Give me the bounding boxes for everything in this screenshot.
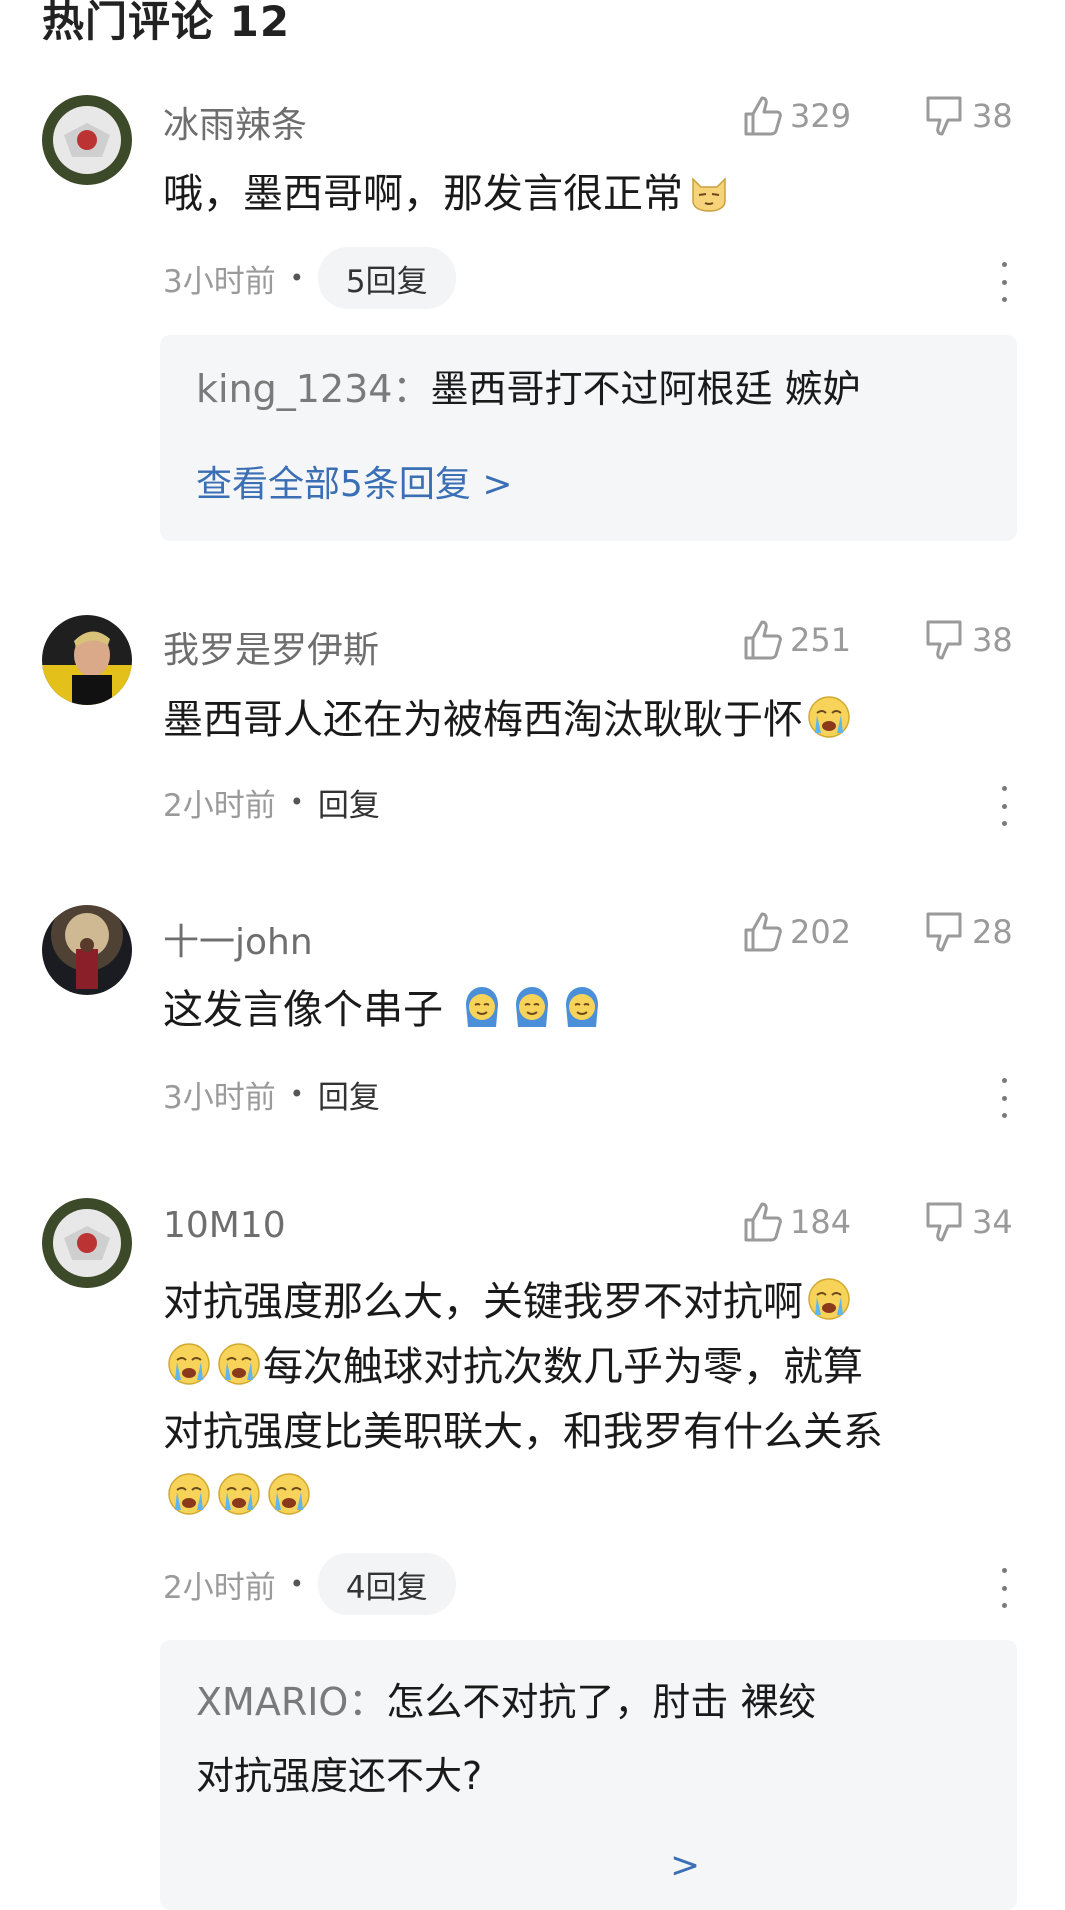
section-title: 热门评论 12 — [42, 0, 291, 46]
timestamp: 2小时前 — [163, 787, 276, 824]
comment-meta: 2小时前 • 回复 — [163, 772, 380, 832]
crying-emoji-icon — [265, 1470, 313, 1518]
like-button[interactable]: 202 — [740, 910, 851, 954]
crying-emoji-icon — [805, 693, 853, 741]
timestamp: 2小时前 — [163, 1569, 276, 1606]
reply-button[interactable]: 回复 — [318, 1072, 380, 1117]
like-button[interactable]: 329 — [740, 94, 851, 138]
username[interactable]: 十一john — [163, 913, 313, 965]
like-count: 184 — [790, 1203, 852, 1241]
reply-count-button[interactable]: 4回复 — [317, 1553, 456, 1615]
like-count: 251 — [790, 621, 852, 659]
reply-text: 对抗强度还不大? — [196, 1754, 483, 1798]
crying-emoji-icon — [215, 1340, 263, 1388]
reply-count-button[interactable]: 5回复 — [317, 247, 456, 309]
reply-preview-line: king_1234：墨西哥打不过阿根廷 嫉妒 — [196, 353, 861, 425]
comment-text: 这发言像个串子 — [163, 978, 993, 1043]
like-count: 202 — [790, 913, 852, 951]
comment-text-body: 这发言像个串子 — [163, 987, 443, 1033]
view-all-replies-link[interactable]: > — [670, 1845, 700, 1886]
thumbs-up-icon — [744, 620, 782, 660]
crying-emoji-icon — [165, 1470, 213, 1518]
dislike-button[interactable]: 38 — [922, 618, 1013, 662]
separator-dot: • — [289, 264, 304, 292]
dislike-button[interactable]: 38 — [922, 94, 1013, 138]
separator-dot: • — [289, 1080, 304, 1108]
smug-cat-emoji-icon — [685, 167, 733, 215]
thumbs-down-icon — [926, 912, 962, 952]
dislike-count: 34 — [972, 1203, 1013, 1241]
more-options-icon[interactable] — [994, 262, 1014, 302]
like-count: 329 — [790, 97, 852, 135]
reply-preview-box[interactable]: XMARIO：怎么不对抗了，肘击 裸绞 对抗强度还不大? > — [160, 1640, 1017, 1910]
username[interactable]: 我罗是罗伊斯 — [163, 621, 379, 673]
avatar[interactable] — [42, 615, 132, 705]
sweat-smile-emoji-icon — [508, 983, 556, 1031]
dislike-count: 38 — [972, 97, 1013, 135]
thumbs-up-icon — [744, 1202, 782, 1242]
thumbs-up-icon — [744, 912, 782, 952]
avatar[interactable] — [42, 1198, 132, 1288]
reply-preview-line: XMARIO：怎么不对抗了，肘击 裸绞 — [196, 1666, 816, 1738]
sweat-smile-emoji-icon — [558, 983, 606, 1031]
comment-text-line: 对抗强度那么大，关键我罗不对抗啊 — [163, 1279, 803, 1325]
like-button[interactable]: 251 — [740, 618, 851, 662]
thumbs-down-icon — [926, 96, 962, 136]
reply-username[interactable]: XMARIO： — [196, 1680, 386, 1724]
view-all-replies-link[interactable]: 查看全部5条回复 > — [196, 455, 513, 507]
comment-text-body: 哦，墨西哥啊，那发言很正常 — [163, 171, 683, 217]
comment-text: 墨西哥人还在为被梅西淘汰耿耿于怀 — [163, 688, 993, 753]
comment-text: 对抗强度那么大，关键我罗不对抗啊 每次触球对抗次数几乎为零，就算 对抗强度比美职… — [163, 1270, 993, 1530]
comment-meta: 3小时前 • 回复 — [163, 1064, 380, 1124]
comment-text-line: 对抗强度比美职联大，和我罗有什么关系 — [163, 1409, 883, 1455]
avatar[interactable] — [42, 95, 132, 185]
more-options-icon[interactable] — [994, 1078, 1014, 1118]
sweat-smile-emoji-icon — [458, 983, 506, 1031]
comment-meta: 2小时前 • 4回复 — [163, 1553, 456, 1615]
thumbs-down-icon — [926, 620, 962, 660]
timestamp: 3小时前 — [163, 263, 276, 300]
dislike-count: 38 — [972, 621, 1013, 659]
crying-emoji-icon — [215, 1470, 263, 1518]
crying-emoji-icon — [165, 1340, 213, 1388]
reply-text: 墨西哥打不过阿根廷 嫉妒 — [430, 367, 861, 411]
more-options-icon[interactable] — [994, 786, 1014, 826]
timestamp: 3小时前 — [163, 1079, 276, 1116]
reply-button[interactable]: 回复 — [318, 780, 380, 825]
reply-preview-box[interactable]: king_1234：墨西哥打不过阿根廷 嫉妒 查看全部5条回复 > — [160, 335, 1017, 541]
comment-meta: 3小时前 • 5回复 — [163, 247, 456, 309]
crying-emoji-icon — [805, 1275, 853, 1323]
thumbs-up-icon — [744, 96, 782, 136]
reply-username[interactable]: king_1234： — [196, 367, 430, 411]
comment-text-line: 每次触球对抗次数几乎为零，就算 — [263, 1344, 863, 1390]
separator-dot: • — [289, 1570, 304, 1598]
avatar[interactable] — [42, 905, 132, 995]
dislike-button[interactable]: 34 — [922, 1200, 1013, 1244]
reply-text: 怎么不对抗了，肘击 裸绞 — [386, 1680, 817, 1724]
dislike-count: 28 — [972, 913, 1013, 951]
separator-dot: • — [289, 788, 304, 816]
username[interactable]: 冰雨辣条 — [163, 96, 307, 148]
thumbs-down-icon — [926, 1202, 962, 1242]
more-options-icon[interactable] — [994, 1568, 1014, 1608]
comment-text-body: 墨西哥人还在为被梅西淘汰耿耿于怀 — [163, 697, 803, 743]
username[interactable]: 10M10 — [163, 1205, 286, 1246]
like-button[interactable]: 184 — [740, 1200, 851, 1244]
comment-text: 哦，墨西哥啊，那发言很正常 — [163, 162, 993, 227]
reply-preview-line: 对抗强度还不大? — [196, 1740, 482, 1812]
dislike-button[interactable]: 28 — [922, 910, 1013, 954]
